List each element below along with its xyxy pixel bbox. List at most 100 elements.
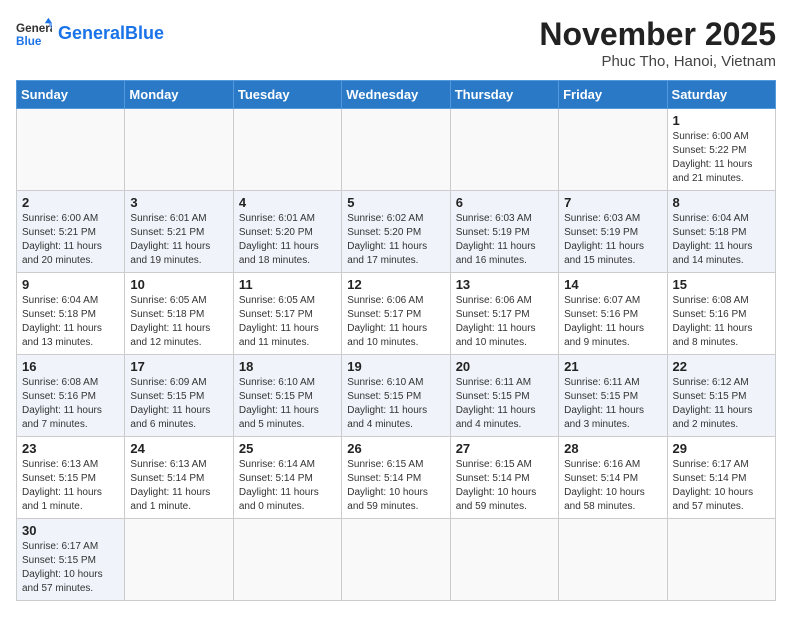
day-number: 29 <box>673 441 770 456</box>
calendar-cell <box>233 109 341 191</box>
calendar-cell: 24 Sunrise: 6:13 AM Sunset: 5:14 PM Dayli… <box>125 437 233 519</box>
calendar-cell: 19Sunrise: 6:10 AM Sunset: 5:15 PM Dayli… <box>342 355 450 437</box>
calendar-week-row: 16Sunrise: 6:08 AM Sunset: 5:16 PM Dayli… <box>17 355 776 437</box>
day-number: 28 <box>564 441 661 456</box>
calendar-cell <box>667 519 775 601</box>
day-info: Sunrise: 6:15 AM Sunset: 5:14 PM Dayligh… <box>456 458 553 514</box>
day-info: Sunrise: 6:16 AM Sunset: 5:14 PM Dayligh… <box>564 458 661 514</box>
day-info: Sunrise: 6:03 AM Sunset: 5:19 PM Dayligh… <box>456 212 553 268</box>
day-number: 17 <box>130 359 227 374</box>
day-number: 18 <box>239 359 336 374</box>
calendar-cell <box>342 519 450 601</box>
day-info: Sunrise: 6:06 AM Sunset: 5:17 PM Dayligh… <box>347 294 444 350</box>
day-info: Sunrise: 6:12 AM Sunset: 5:15 PM Dayligh… <box>673 376 770 432</box>
day-number: 13 <box>456 277 553 292</box>
day-info: Sunrise: 6:08 AM Sunset: 5:16 PM Dayligh… <box>673 294 770 350</box>
day-number: 24 <box>130 441 227 456</box>
day-info: Sunrise: 6:11 AM Sunset: 5:15 PM Dayligh… <box>564 376 661 432</box>
weekday-header-thursday: Thursday <box>450 81 558 109</box>
day-info: Sunrise: 6:17 AM Sunset: 5:15 PM Dayligh… <box>22 540 119 596</box>
calendar-cell: 13 Sunrise: 6:06 AM Sunset: 5:17 PM Dayli… <box>450 273 558 355</box>
day-info: Sunrise: 6:01 AM Sunset: 5:20 PM Dayligh… <box>239 212 336 268</box>
day-number: 22 <box>673 359 770 374</box>
calendar-cell: 18 Sunrise: 6:10 AM Sunset: 5:15 PM Dayli… <box>233 355 341 437</box>
calendar-cell: 4Sunrise: 6:01 AM Sunset: 5:20 PM Daylig… <box>233 191 341 273</box>
title-block: November 2025 Phuc Tho, Hanoi, Vietnam <box>539 16 776 70</box>
month-title: November 2025 <box>539 16 776 53</box>
day-number: 8 <box>673 195 770 210</box>
day-number: 11 <box>239 277 336 292</box>
day-number: 9 <box>22 277 119 292</box>
day-number: 23 <box>22 441 119 456</box>
day-number: 30 <box>22 523 119 538</box>
calendar-cell: 23Sunrise: 6:13 AM Sunset: 5:15 PM Dayli… <box>17 437 125 519</box>
calendar-cell: 21 Sunrise: 6:11 AM Sunset: 5:15 PM Dayli… <box>559 355 667 437</box>
calendar-cell <box>450 519 558 601</box>
calendar-cell: 26Sunrise: 6:15 AM Sunset: 5:14 PM Dayli… <box>342 437 450 519</box>
calendar-week-row: 1Sunrise: 6:00 AM Sunset: 5:22 PM Daylig… <box>17 109 776 191</box>
logo-general: General <box>58 23 125 43</box>
page-header: General Blue GeneralBlue November 2025 P… <box>16 16 776 70</box>
day-number: 12 <box>347 277 444 292</box>
weekday-header-row: SundayMondayTuesdayWednesdayThursdayFrid… <box>17 81 776 109</box>
calendar-cell: 9Sunrise: 6:04 AM Sunset: 5:18 PM Daylig… <box>17 273 125 355</box>
day-number: 3 <box>130 195 227 210</box>
calendar-cell: 16Sunrise: 6:08 AM Sunset: 5:16 PM Dayli… <box>17 355 125 437</box>
calendar-cell: 1Sunrise: 6:00 AM Sunset: 5:22 PM Daylig… <box>667 109 775 191</box>
day-number: 20 <box>456 359 553 374</box>
calendar-cell: 2 Sunrise: 6:00 AM Sunset: 5:21 PM Daylig… <box>17 191 125 273</box>
day-number: 6 <box>456 195 553 210</box>
day-info: Sunrise: 6:13 AM Sunset: 5:14 PM Dayligh… <box>130 458 227 514</box>
weekday-header-friday: Friday <box>559 81 667 109</box>
day-info: Sunrise: 6:03 AM Sunset: 5:19 PM Dayligh… <box>564 212 661 268</box>
day-number: 2 <box>22 195 119 210</box>
svg-text:General: General <box>16 22 52 35</box>
day-info: Sunrise: 6:05 AM Sunset: 5:18 PM Dayligh… <box>130 294 227 350</box>
day-info: Sunrise: 6:08 AM Sunset: 5:16 PM Dayligh… <box>22 376 119 432</box>
day-number: 5 <box>347 195 444 210</box>
logo-text: GeneralBlue <box>58 24 164 44</box>
day-info: Sunrise: 6:00 AM Sunset: 5:21 PM Dayligh… <box>22 212 119 268</box>
logo-icon: General Blue <box>16 16 52 52</box>
calendar-week-row: 30 Sunrise: 6:17 AM Sunset: 5:15 PM Dayli… <box>17 519 776 601</box>
weekday-header-sunday: Sunday <box>17 81 125 109</box>
calendar-cell: 10 Sunrise: 6:05 AM Sunset: 5:18 PM Dayli… <box>125 273 233 355</box>
logo-blue: Blue <box>125 23 164 43</box>
day-info: Sunrise: 6:02 AM Sunset: 5:20 PM Dayligh… <box>347 212 444 268</box>
day-number: 10 <box>130 277 227 292</box>
calendar-cell: 29Sunrise: 6:17 AM Sunset: 5:14 PM Dayli… <box>667 437 775 519</box>
calendar-cell: 28 Sunrise: 6:16 AM Sunset: 5:14 PM Dayli… <box>559 437 667 519</box>
day-number: 1 <box>673 113 770 128</box>
weekday-header-monday: Monday <box>125 81 233 109</box>
day-number: 15 <box>673 277 770 292</box>
logo: General Blue GeneralBlue <box>16 16 164 52</box>
calendar-cell <box>342 109 450 191</box>
day-number: 25 <box>239 441 336 456</box>
day-info: Sunrise: 6:10 AM Sunset: 5:15 PM Dayligh… <box>347 376 444 432</box>
calendar-cell: 6 Sunrise: 6:03 AM Sunset: 5:19 PM Daylig… <box>450 191 558 273</box>
calendar-cell: 22 Sunrise: 6:12 AM Sunset: 5:15 PM Dayli… <box>667 355 775 437</box>
calendar-cell: 20Sunrise: 6:11 AM Sunset: 5:15 PM Dayli… <box>450 355 558 437</box>
calendar-cell <box>17 109 125 191</box>
day-info: Sunrise: 6:14 AM Sunset: 5:14 PM Dayligh… <box>239 458 336 514</box>
calendar-cell <box>559 519 667 601</box>
day-info: Sunrise: 6:10 AM Sunset: 5:15 PM Dayligh… <box>239 376 336 432</box>
day-info: Sunrise: 6:15 AM Sunset: 5:14 PM Dayligh… <box>347 458 444 514</box>
day-info: Sunrise: 6:05 AM Sunset: 5:17 PM Dayligh… <box>239 294 336 350</box>
calendar-cell: 12 Sunrise: 6:06 AM Sunset: 5:17 PM Dayli… <box>342 273 450 355</box>
day-info: Sunrise: 6:04 AM Sunset: 5:18 PM Dayligh… <box>673 212 770 268</box>
weekday-header-saturday: Saturday <box>667 81 775 109</box>
calendar-cell <box>125 109 233 191</box>
calendar-cell: 11 Sunrise: 6:05 AM Sunset: 5:17 PM Dayli… <box>233 273 341 355</box>
calendar-cell: 5 Sunrise: 6:02 AM Sunset: 5:20 PM Daylig… <box>342 191 450 273</box>
weekday-header-wednesday: Wednesday <box>342 81 450 109</box>
calendar-cell <box>559 109 667 191</box>
location: Phuc Tho, Hanoi, Vietnam <box>539 53 776 70</box>
day-info: Sunrise: 6:06 AM Sunset: 5:17 PM Dayligh… <box>456 294 553 350</box>
day-number: 14 <box>564 277 661 292</box>
calendar-cell: 15 Sunrise: 6:08 AM Sunset: 5:16 PM Dayli… <box>667 273 775 355</box>
day-info: Sunrise: 6:07 AM Sunset: 5:16 PM Dayligh… <box>564 294 661 350</box>
calendar-cell <box>450 109 558 191</box>
weekday-header-tuesday: Tuesday <box>233 81 341 109</box>
day-number: 21 <box>564 359 661 374</box>
